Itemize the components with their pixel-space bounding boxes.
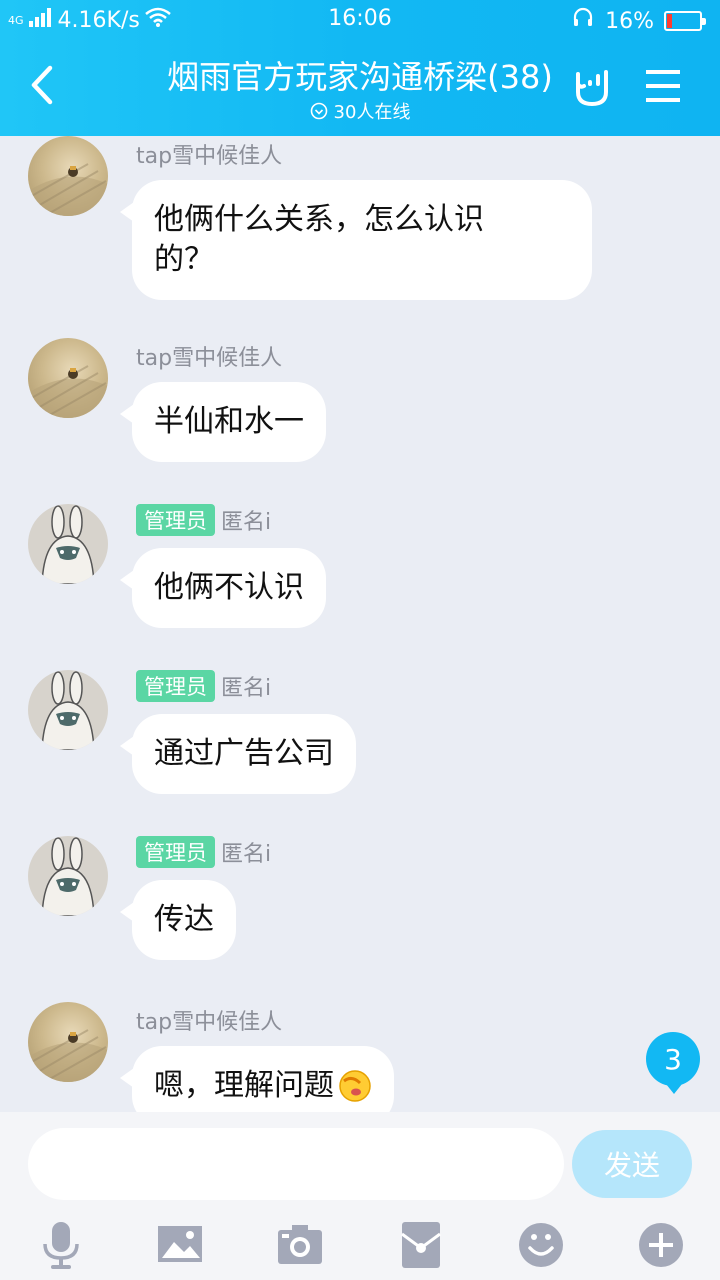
photo-avatar[interactable] <box>28 1002 108 1082</box>
image-icon <box>158 1226 202 1262</box>
photo-avatar[interactable] <box>28 338 108 418</box>
status-bar: 4G 4.16K/s 16:06 16% <box>0 0 720 38</box>
hand-gesture-button[interactable] <box>568 62 618 112</box>
admin-badge: 管理员 <box>136 836 215 868</box>
menu-button[interactable] <box>640 64 688 108</box>
bunny-avatar[interactable] <box>28 504 108 584</box>
headset-icon <box>571 6 595 36</box>
message-line: 他俩不认识 <box>154 570 304 605</box>
bunny-avatar[interactable] <box>28 836 108 916</box>
admin-badge: 管理员 <box>136 504 215 536</box>
message-bubble[interactable]: 他俩什么关系，怎么认识 的？ <box>120 180 592 300</box>
bunny-avatar[interactable] <box>28 670 108 750</box>
facepalm-emoji-icon <box>339 1070 371 1102</box>
message-bubble[interactable]: 通过广告公司 <box>120 714 356 794</box>
sender-name[interactable]: 匿名i <box>221 670 271 702</box>
message-input[interactable] <box>28 1128 564 1200</box>
battery-icon <box>664 11 706 31</box>
mic-button[interactable] <box>36 1220 86 1270</box>
message-line: 半仙和水一 <box>154 404 304 439</box>
message-line: 通过广告公司 <box>154 736 334 771</box>
battery-fill <box>667 14 672 28</box>
message-bubble[interactable]: 半仙和水一 <box>120 382 326 462</box>
message-bubble[interactable]: 他俩不认识 <box>120 548 326 628</box>
battery-percent: 16% <box>605 8 654 34</box>
input-area: 发送 <box>0 1112 720 1280</box>
sender-name[interactable]: 匿名i <box>221 504 271 536</box>
sender-name[interactable]: tap雪中候佳人 <box>136 1004 282 1036</box>
admin-badge: 管理员 <box>136 670 215 702</box>
sender-name[interactable]: 匿名i <box>221 836 271 868</box>
message-line: 的？ <box>154 242 214 277</box>
plus-button[interactable] <box>636 1220 686 1270</box>
sender-name[interactable]: tap雪中候佳人 <box>136 340 282 372</box>
sender-name[interactable]: tap雪中候佳人 <box>136 138 282 170</box>
emoji-icon <box>519 1223 563 1267</box>
online-count: 30人在线 <box>333 102 411 123</box>
photo-avatar[interactable] <box>28 136 108 216</box>
image-button[interactable] <box>156 1220 206 1270</box>
online-check-icon <box>310 102 327 120</box>
message-line: 他俩什么关系，怎么认识 <box>154 202 484 237</box>
message-line: 嗯，理解问题 <box>154 1068 334 1103</box>
message-bubble[interactable]: 传达 <box>120 880 236 960</box>
camera-icon <box>278 1225 322 1264</box>
hamburger-icon <box>646 70 680 102</box>
plus-icon <box>639 1223 683 1267</box>
emoji-button[interactable] <box>516 1220 566 1270</box>
camera-button[interactable] <box>276 1220 326 1270</box>
message-line: 传达 <box>154 902 214 937</box>
red-packet-button[interactable] <box>396 1220 446 1270</box>
red-packet-icon <box>401 1222 441 1268</box>
input-toolbar <box>0 1216 720 1276</box>
send-button[interactable]: 发送 <box>572 1130 692 1198</box>
rock-hand-icon <box>576 70 608 106</box>
header: 4G 4.16K/s 16:06 16% 烟雨官方玩家沟通桥梁(38) 30人在… <box>0 0 720 136</box>
mic-icon <box>43 1222 79 1269</box>
unread-count-badge[interactable]: 3 <box>646 1032 700 1094</box>
group-title: 烟雨官方玩家沟通桥梁(38) <box>167 58 553 96</box>
